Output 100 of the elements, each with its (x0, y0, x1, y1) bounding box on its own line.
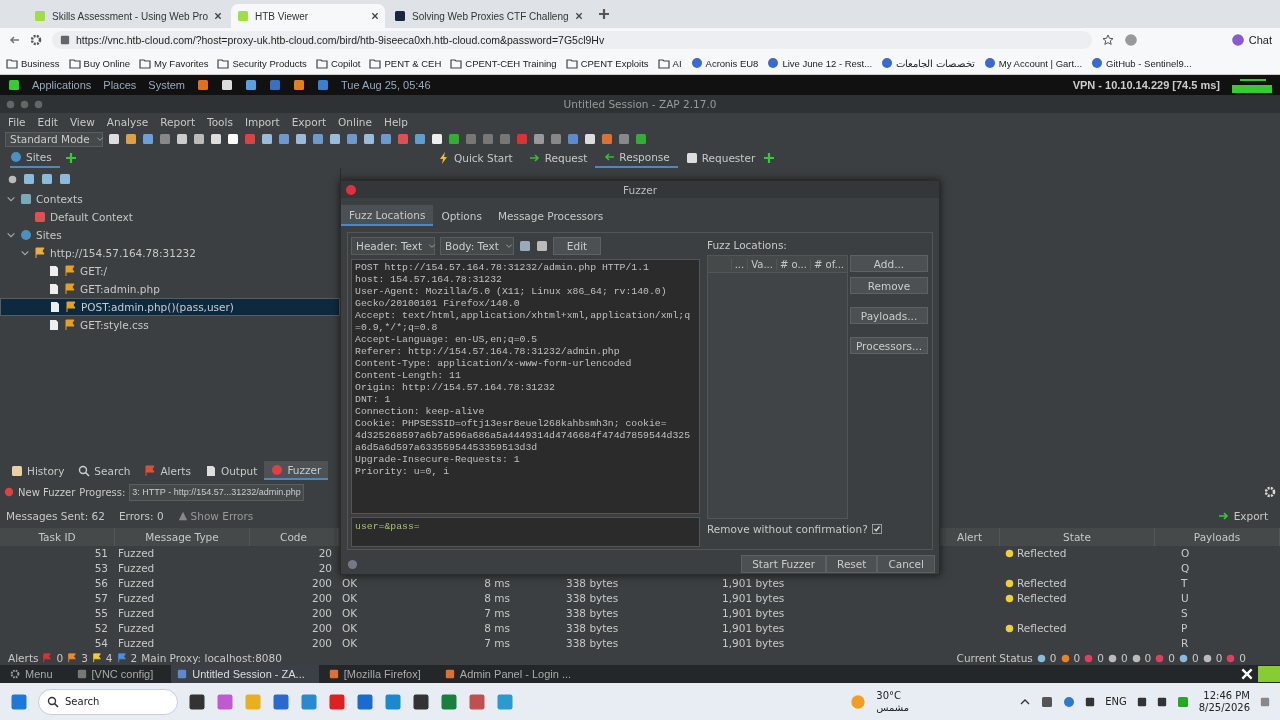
tree-item[interactable]: Contexts (0, 190, 340, 208)
progress-dropdown[interactable]: 3: HTTP - http://154.57...31232/admin.php (129, 483, 304, 501)
bookmark[interactable]: Security Products (217, 57, 307, 69)
panel-tab[interactable]: Search (71, 461, 138, 480)
address-bar[interactable]: https://vnc.htb-cloud.com/?host=proxy-uk.htb-cloud.com/bird/htb-9iseeca0xh.htb-cloud.com&password=7G5cl9Hv (52, 31, 1092, 49)
table-cell-text: 51 (93, 546, 109, 561)
panel-menu[interactable]: Applications (32, 79, 92, 91)
bookmark[interactable]: Business (6, 57, 60, 69)
checkbox[interactable] (871, 524, 882, 534)
request-body-editor[interactable]: user=&pass= (351, 517, 700, 547)
menu-bar-entry[interactable]: View (63, 115, 101, 128)
bookmark[interactable]: My Account | Gart... (983, 57, 1083, 69)
bookmark[interactable]: AI (657, 57, 682, 69)
launcher-icon (245, 79, 258, 91)
window-icon (76, 669, 87, 679)
bookmark[interactable]: PENT & CEH (369, 57, 442, 69)
taskbar-item[interactable]: [VNC config] (70, 665, 168, 683)
location-action-button[interactable]: Processors... (850, 337, 928, 354)
app-icon (412, 692, 430, 711)
page-flag-icon (64, 265, 76, 277)
dialog-tab[interactable]: Options (433, 205, 490, 226)
table-cell-text: Q (1180, 561, 1191, 576)
browser-tab[interactable]: Skills Assessment - Using Web Pro (28, 4, 228, 28)
panel-tab[interactable]: Output (197, 461, 265, 480)
location-action-button[interactable]: Remove (850, 277, 928, 294)
body-view-dropdown[interactable]: Body: Text (440, 237, 514, 255)
bookmark[interactable]: Live June 12 - Rest... (767, 57, 873, 69)
request-header-editor[interactable]: POST http://154.57.164.78:31232/admin.php HTTP/1.1 host: 154.57.164.78:31232 User-Agent: Mozilla/5.0 (X11; Linux x86_64; rv:140.0) Gecko/20100101 Firefox/140.0 Accept: text/html,application/xhtml+xml,application/xml;q =0.9,*/*;q=0.8 Accept-Language: en-US,en;q=0.5 Referer: http://154.57.164.78:31232/admin.php Content-Type: application/x-www-form-urlencoded Content-Length: 11 Origin: http://154.57.164.78:31232 DNT: 1 Connection: keep-alive Cookie: PHPSESSID=oftj13esr8euel268kahbsmh3n; cookie= 4d325268597a6b7a596a686a5a4449314d4746684f474d7859544d325 a6d5a6d597a63355954453359513d3d Upgrade-Insecure-Requests: 1 Priority: u=0, i (351, 259, 700, 514)
panel-menu[interactable]: Places (103, 79, 137, 91)
show-errors-toggle[interactable]: Show Errors (177, 510, 254, 522)
new-fuzzer-button[interactable]: New Fuzzer (4, 483, 76, 501)
table-cell-text: Fuzzed (117, 576, 156, 591)
bookmark[interactable]: GitHub - Sentinel9... (1091, 57, 1192, 69)
export-button[interactable]: Export (1211, 509, 1274, 523)
table-cell-text: 57 (93, 591, 109, 606)
menu-bar-entry[interactable]: Tools (201, 115, 239, 128)
taskbar-item[interactable]: [Mozilla Firefox] (322, 665, 435, 683)
dialog-button[interactable]: Start Fuzzer (741, 555, 827, 573)
browser-tab[interactable]: Solving Web Proxies CTF Challeng (388, 4, 589, 28)
fuzz-locations-table[interactable]: ... Va... # o... # of... (707, 255, 848, 519)
menu-bar-entry[interactable]: Export (285, 115, 333, 128)
dialog-button[interactable]: Reset (826, 555, 878, 573)
bookmark[interactable]: Copilot (315, 57, 361, 69)
workspace-tab[interactable]: Requester (677, 148, 764, 168)
header-view-dropdown[interactable]: Header: Text (351, 237, 435, 255)
tree-item[interactable]: GET:style.css (0, 316, 340, 334)
column-header[interactable]: Payloads (1155, 528, 1280, 546)
tree-item[interactable]: Default Context (0, 208, 340, 226)
warning-icon (177, 511, 188, 521)
dialog-button[interactable]: Cancel (877, 555, 935, 573)
panel-tab[interactable]: History (4, 461, 72, 480)
chat-button[interactable]: Chat (1230, 33, 1272, 47)
menu-bar-entry[interactable]: Analyse (100, 115, 155, 128)
location-action-button[interactable]: Add... (850, 255, 928, 272)
bookmark[interactable]: تخصصات الجامعات (881, 57, 975, 69)
globe-icon (10, 151, 22, 163)
bookmark[interactable]: Buy Online (68, 57, 131, 69)
bookmark[interactable]: CPENT-CEH Training (450, 57, 557, 69)
dialog-tab[interactable]: Message Processors (489, 205, 612, 226)
panel-tab[interactable]: Alerts (137, 461, 198, 480)
tree-item[interactable]: GET:/ (0, 262, 340, 280)
dialog-tab[interactable]: Fuzz Locations (341, 205, 434, 226)
back-icon (8, 34, 20, 46)
edit-button[interactable]: Edit (553, 237, 601, 255)
bookmark[interactable]: Acronis EU8 (690, 57, 759, 69)
new-tab-icon (597, 8, 610, 20)
tree-item[interactable]: POST:admin.php()(pass,user) (0, 298, 340, 316)
search-field[interactable]: Search (38, 688, 178, 715)
close-icon[interactable] (346, 184, 356, 195)
language-indicator[interactable]: ENG (1105, 696, 1127, 707)
menu-bar-entry[interactable]: Edit (31, 115, 64, 128)
vpn-status: VPN - 10.10.14.229 [74.5 ms] (1072, 79, 1220, 91)
menu-bar-entry[interactable]: Help (378, 115, 414, 128)
toolbar-icon (142, 133, 154, 145)
browser-tab[interactable]: HTB Viewer (231, 4, 385, 28)
panel-menu[interactable]: System (148, 79, 186, 91)
tree-item[interactable]: GET:admin.php (0, 280, 340, 298)
column-header[interactable]: Code (250, 528, 338, 546)
workspace-tab[interactable]: Request (520, 148, 596, 168)
taskbar-item[interactable]: Untitled Session - ZA... (171, 665, 319, 683)
column-header[interactable]: Message Type (115, 528, 250, 546)
state-dot-icon (1005, 579, 1014, 588)
favorite-icon (1102, 34, 1114, 46)
menu-bar-entry[interactable]: Import (238, 115, 286, 128)
bookmark[interactable]: CPENT Exploits (565, 57, 649, 69)
start-menu-button[interactable]: Menu (4, 665, 67, 683)
column-header[interactable]: State (1000, 528, 1155, 546)
workspace-tab[interactable]: Quick Start (430, 148, 521, 168)
bookmark[interactable]: My Favorites (139, 57, 209, 69)
menu-bar-entry[interactable]: Online (332, 115, 378, 128)
location-action-button[interactable]: Payloads... (850, 307, 928, 324)
menu-bar-entry[interactable]: File (2, 115, 32, 128)
menu-bar-entry[interactable]: Report (154, 115, 201, 128)
taskbar-item[interactable]: Admin Panel - Login ... (438, 665, 586, 683)
tree-item[interactable]: http://154.57.164.78:31232 (0, 244, 340, 262)
folder-icon (315, 57, 328, 69)
tree-item[interactable]: Sites (0, 226, 340, 244)
column-header[interactable]: Task ID (0, 528, 115, 546)
mode-dropdown[interactable]: Standard Mode (5, 131, 103, 147)
panel-tab[interactable]: Fuzzer (264, 461, 329, 480)
